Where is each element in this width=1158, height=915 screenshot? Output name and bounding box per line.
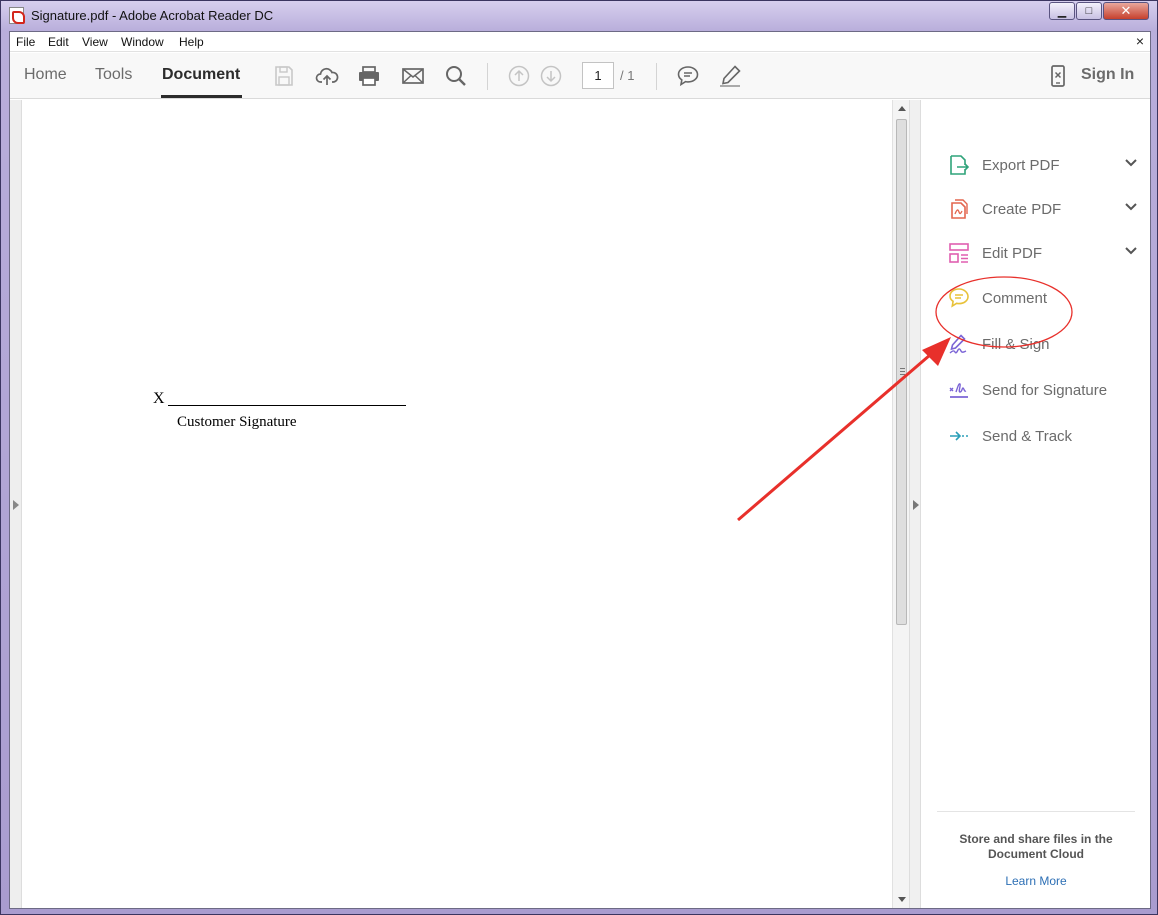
tab-document[interactable]: Document xyxy=(162,66,240,84)
page-up-icon[interactable] xyxy=(507,64,531,88)
fill-sign-icon xyxy=(949,334,967,354)
collapse-right-icon xyxy=(913,500,919,510)
tool-label: Create PDF xyxy=(982,200,1062,218)
left-pane-toggle[interactable] xyxy=(10,100,22,908)
tool-create-pdf[interactable]: Create PDF xyxy=(948,194,1138,224)
close-window-button[interactable]: ✕ xyxy=(1103,2,1149,20)
sign-in-button[interactable]: Sign In xyxy=(1081,66,1134,84)
menu-help[interactable]: Help xyxy=(179,35,204,49)
document-page[interactable]: X Customer Signature xyxy=(22,100,892,908)
toolbar-separator xyxy=(487,63,488,90)
right-pane-toggle[interactable] xyxy=(909,100,921,908)
tool-label: Comment xyxy=(982,289,1048,307)
chevron-down-icon[interactable] xyxy=(1124,202,1138,212)
window-frame: Signature.pdf - Adobe Acrobat Reader DC … xyxy=(0,0,1158,915)
tool-label: Export PDF xyxy=(982,156,1060,174)
page-down-icon[interactable] xyxy=(539,64,563,88)
menu-edit[interactable]: Edit xyxy=(48,35,69,49)
upload-cloud-icon[interactable] xyxy=(315,64,339,88)
export-pdf-icon xyxy=(950,155,970,175)
scroll-up-icon[interactable] xyxy=(898,106,906,111)
tool-export-pdf[interactable]: Export PDF xyxy=(948,150,1138,180)
comment-icon[interactable] xyxy=(676,64,700,88)
active-tab-indicator xyxy=(161,95,242,98)
create-pdf-icon xyxy=(951,199,968,219)
signature-x-mark: X xyxy=(153,390,165,407)
send-signature-icon xyxy=(949,383,968,398)
window-controls: ▁ □ ✕ xyxy=(1048,2,1149,20)
menu-view[interactable]: View xyxy=(82,35,108,49)
tools-panel: Export PDF Create PDF Edit PDF Comment F… xyxy=(921,100,1150,908)
minimize-button[interactable]: ▁ xyxy=(1049,2,1075,20)
send-track-icon xyxy=(950,431,968,441)
app-client-area: File Edit View Window Help × Home Tools … xyxy=(9,31,1151,909)
scroll-thumb[interactable] xyxy=(896,119,907,625)
tool-label: Edit PDF xyxy=(982,244,1043,262)
tool-edit-pdf[interactable]: Edit PDF xyxy=(948,238,1138,268)
maximize-button[interactable]: □ xyxy=(1076,2,1102,20)
tool-comment[interactable]: Comment xyxy=(948,283,1138,313)
highlight-pen-icon[interactable] xyxy=(718,64,742,88)
panel-divider xyxy=(937,811,1135,812)
tool-label: Send & Track xyxy=(982,427,1073,445)
tool-label: Fill & Sign xyxy=(982,335,1050,353)
main-toolbar: Home Tools Document 1 / 1 Sign In xyxy=(10,53,1150,99)
vertical-scrollbar[interactable] xyxy=(892,100,909,908)
save-icon[interactable] xyxy=(272,64,296,88)
document-cloud-promo: Store and share files in the Document Cl… xyxy=(959,832,1113,861)
close-document-button[interactable]: × xyxy=(1136,33,1144,49)
title-bar[interactable]: Signature.pdf - Adobe Acrobat Reader DC … xyxy=(1,1,1158,31)
learn-more-link[interactable]: Learn More xyxy=(941,874,1131,888)
tool-fill-sign[interactable]: Fill & Sign xyxy=(948,329,1138,359)
chevron-down-icon[interactable] xyxy=(1124,158,1138,168)
email-icon[interactable] xyxy=(401,64,425,88)
menu-bar: File Edit View Window Help × xyxy=(10,32,1150,52)
mobile-icon[interactable] xyxy=(1046,64,1070,88)
tool-label: Send for Signature xyxy=(982,381,1108,399)
expand-left-icon xyxy=(13,500,19,510)
comment-icon xyxy=(949,288,969,308)
tool-send-track[interactable]: Send & Track xyxy=(948,421,1138,451)
tab-home[interactable]: Home xyxy=(24,66,67,84)
signature-line xyxy=(168,405,406,406)
scroll-down-icon[interactable] xyxy=(898,897,906,902)
edit-pdf-icon xyxy=(949,243,969,263)
page-number-input[interactable]: 1 xyxy=(582,62,614,89)
chevron-down-icon[interactable] xyxy=(1124,246,1138,256)
grip-icon xyxy=(900,368,905,375)
print-icon[interactable] xyxy=(357,64,381,88)
acrobat-app-icon xyxy=(9,7,25,24)
search-icon[interactable] xyxy=(444,64,468,88)
window-title: Signature.pdf - Adobe Acrobat Reader DC xyxy=(31,8,274,23)
toolbar-separator xyxy=(656,63,657,90)
menu-window[interactable]: Window xyxy=(121,35,164,49)
page-total: / 1 xyxy=(620,68,635,83)
tab-tools[interactable]: Tools xyxy=(95,66,132,84)
menu-file[interactable]: File xyxy=(16,35,35,49)
tool-send-for-signature[interactable]: Send for Signature xyxy=(948,375,1138,405)
signature-label: Customer Signature xyxy=(177,414,297,430)
